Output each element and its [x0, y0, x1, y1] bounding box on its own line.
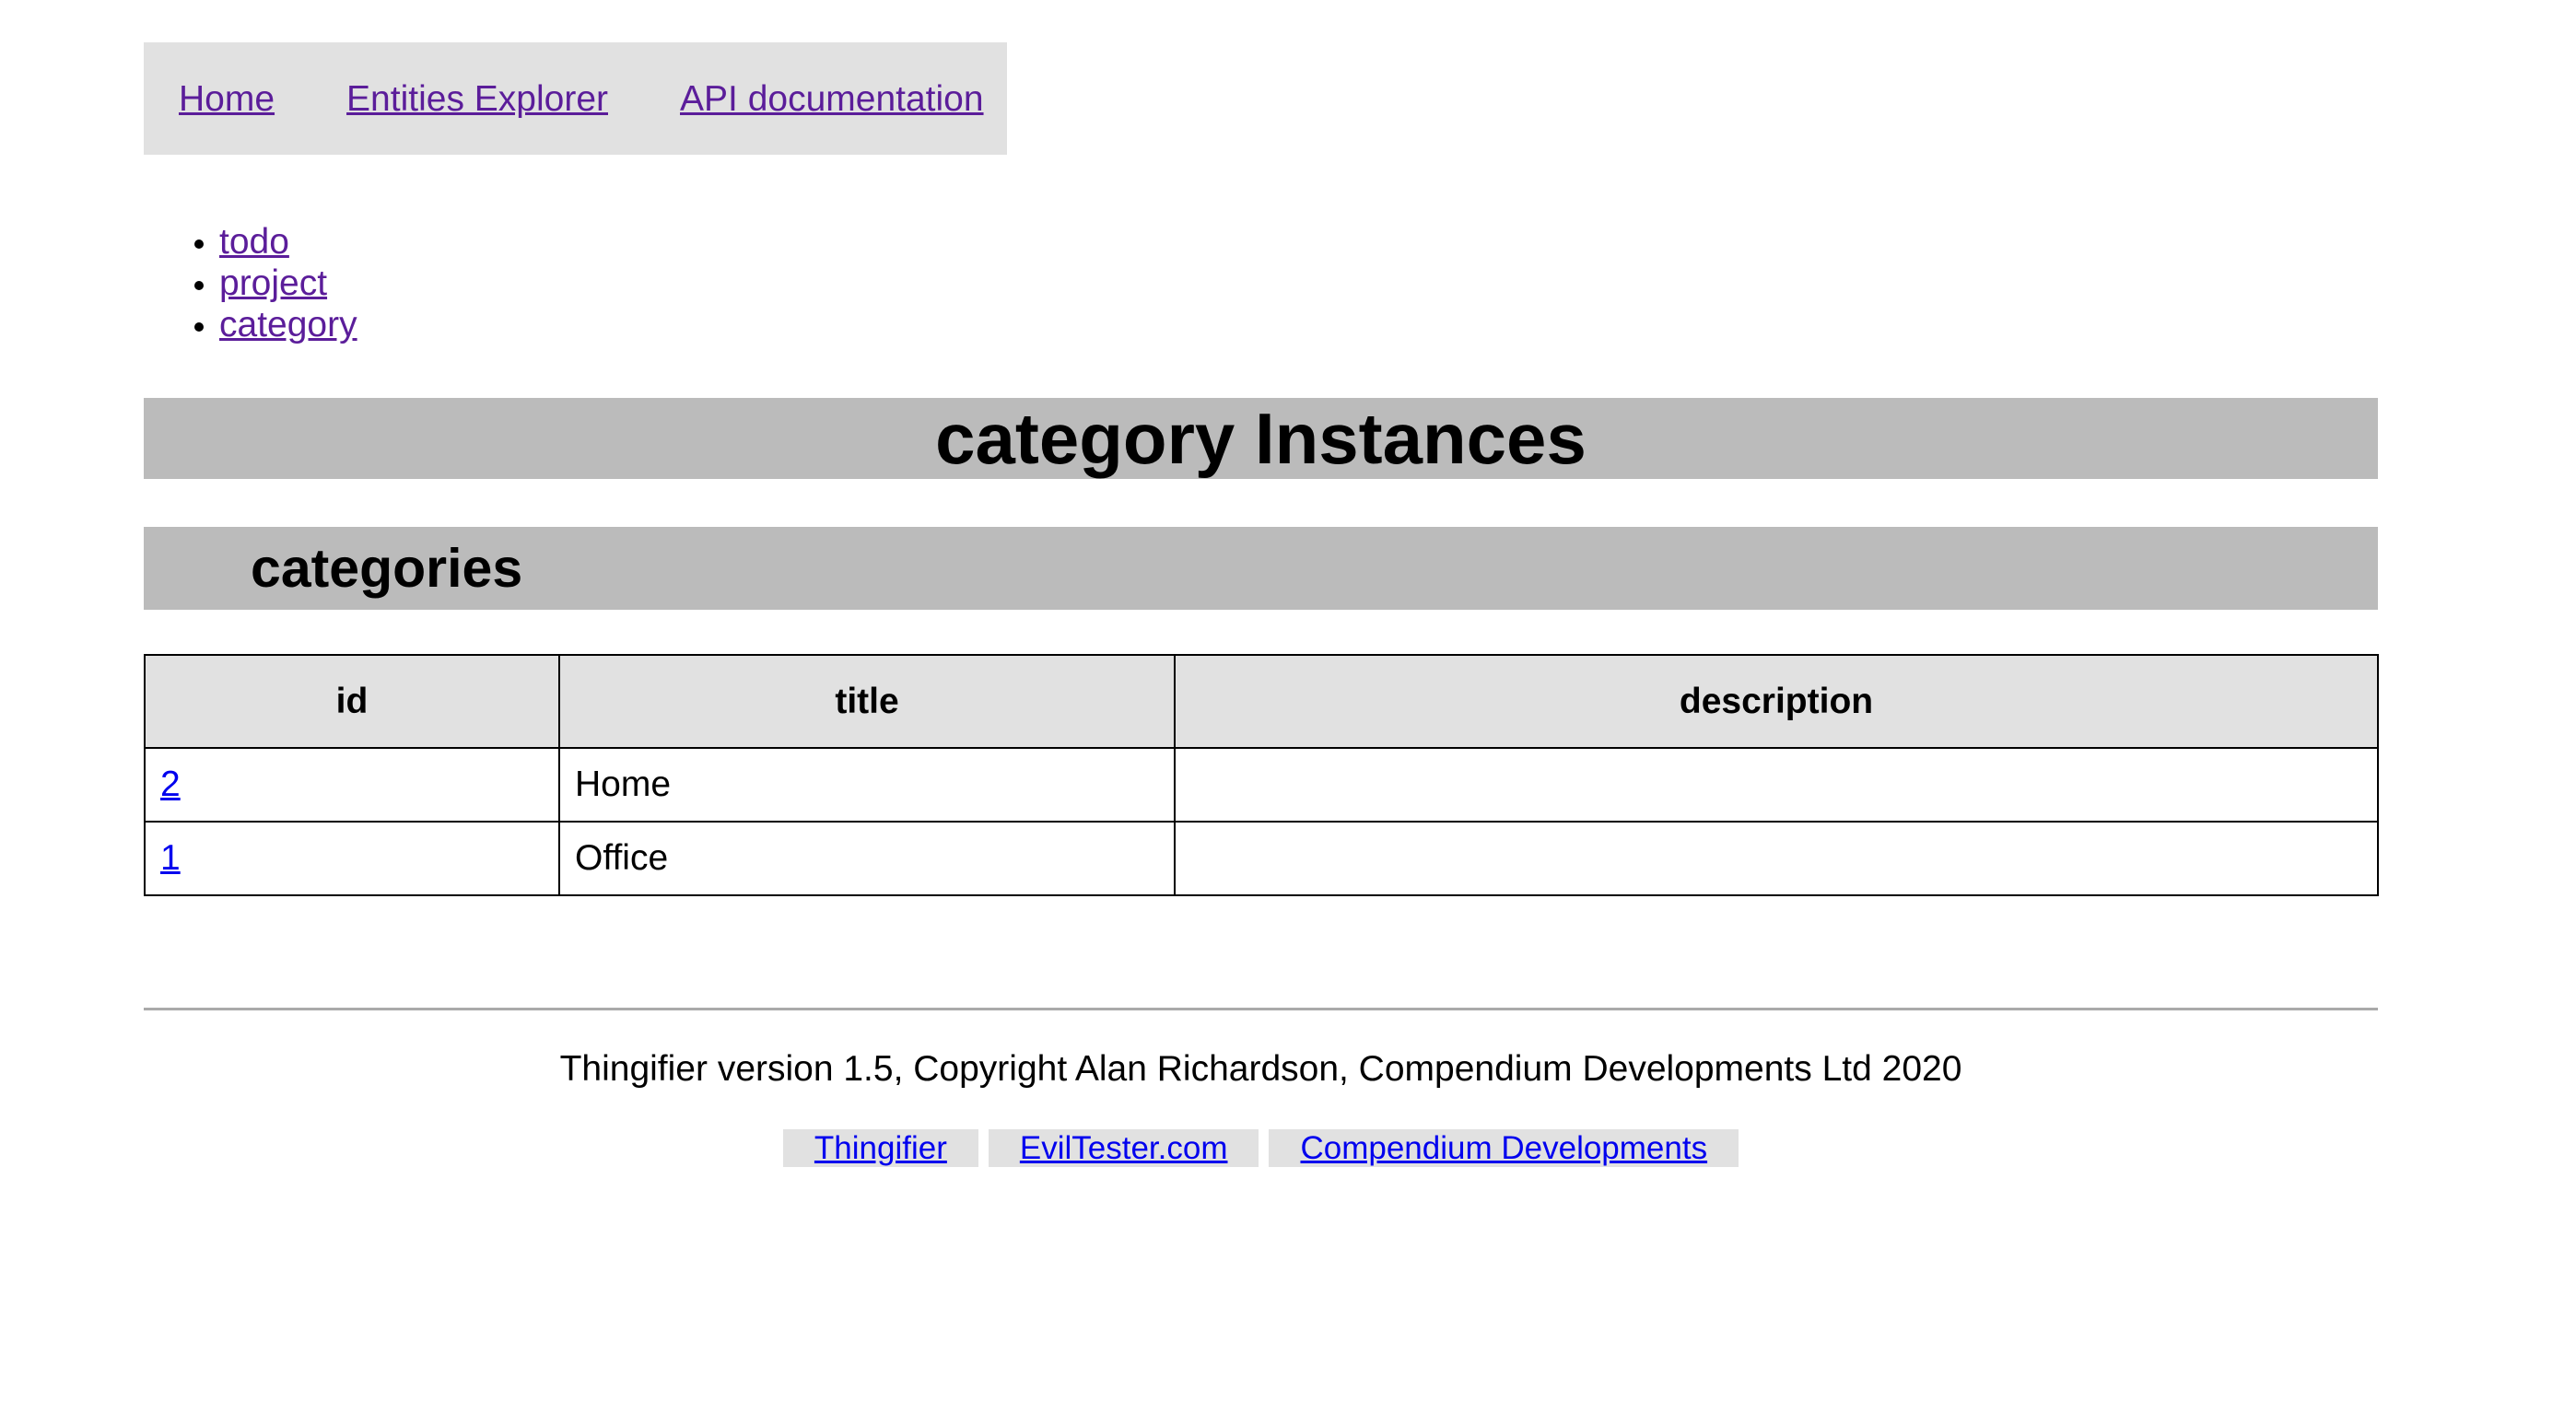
section-title: categories: [251, 537, 523, 599]
table-row: 1 Office: [144, 821, 2379, 896]
cell-title: Home: [558, 747, 1176, 823]
table-header-row: id title description: [144, 654, 2379, 749]
list-item: todo: [219, 221, 357, 263]
list-item: category: [219, 304, 357, 345]
list-item: project: [219, 263, 357, 304]
entity-list: todo project category: [144, 221, 357, 345]
column-header-description: description: [1174, 654, 2379, 749]
entity-link-category[interactable]: category: [219, 305, 357, 344]
entity-link-todo[interactable]: todo: [219, 222, 289, 262]
table-row: 2 Home: [144, 747, 2379, 823]
page-title: category Instances: [935, 398, 1587, 479]
nav-home-link[interactable]: Home: [179, 81, 275, 117]
section-title-bar: categories: [144, 527, 2378, 610]
cell-title: Office: [558, 821, 1176, 896]
column-header-id: id: [144, 654, 560, 749]
cell-description: [1174, 821, 2379, 896]
footer-divider: [144, 1008, 2378, 1010]
row-id-link[interactable]: 2: [160, 765, 181, 804]
top-navigation: Home Entities Explorer API documentation: [144, 42, 1007, 155]
footer-link-eviltester[interactable]: EvilTester.com: [988, 1129, 1259, 1167]
entity-link-project[interactable]: project: [219, 263, 327, 303]
column-header-title: title: [558, 654, 1176, 749]
footer-links: Thingifier EvilTester.com Compendium Dev…: [0, 1129, 2522, 1167]
footer-link-thingifier[interactable]: Thingifier: [782, 1129, 978, 1167]
row-id-link[interactable]: 1: [160, 838, 181, 878]
categories-table: id title description 2 Home 1 Office: [144, 654, 2379, 896]
nav-entities-explorer-link[interactable]: Entities Explorer: [346, 81, 608, 117]
footer-link-compendium-developments[interactable]: Compendium Developments: [1269, 1129, 1739, 1167]
cell-id: 2: [144, 747, 560, 823]
page-title-bar: category Instances: [144, 398, 2378, 479]
nav-api-documentation-link[interactable]: API documentation: [680, 81, 984, 117]
cell-id: 1: [144, 821, 560, 896]
footer-copyright: Thingifier version 1.5, Copyright Alan R…: [559, 1049, 1962, 1089]
page: Home Entities Explorer API documentation…: [0, 0, 2576, 1424]
cell-description: [1174, 747, 2379, 823]
